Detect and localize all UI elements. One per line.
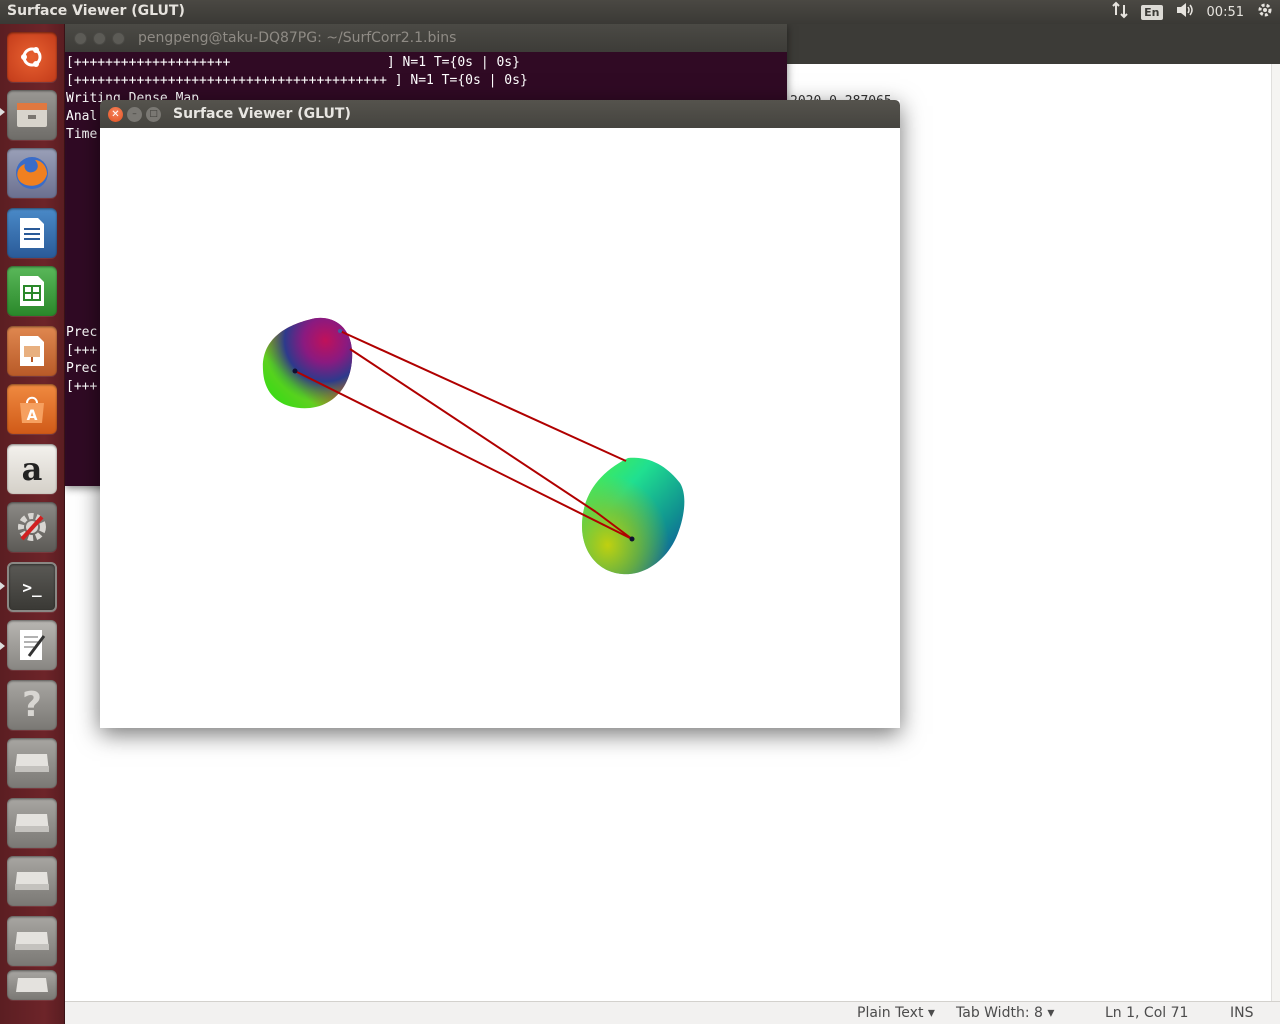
- viewer-titlebar[interactable]: ✕ – □ Surface Viewer (GLUT): [100, 100, 900, 128]
- volume-icon[interactable]: [1175, 1, 1195, 23]
- terminal-line: [+++++++++++++++++++++++++++++++++++++++…: [66, 73, 528, 88]
- clock[interactable]: 00:51: [1207, 5, 1244, 20]
- viewer-title: Surface Viewer (GLUT): [173, 106, 351, 122]
- help-icon[interactable]: ?: [7, 680, 57, 730]
- writer-icon[interactable]: [7, 208, 57, 258]
- drive-icon[interactable]: [7, 798, 57, 848]
- impress-icon[interactable]: [7, 326, 57, 376]
- terminal-close-button[interactable]: [74, 32, 87, 45]
- firefox-icon[interactable]: [7, 148, 57, 198]
- correspondence-line: [339, 330, 627, 462]
- active-app-title: Surface Viewer (GLUT): [7, 3, 185, 19]
- feature-point: [629, 536, 635, 542]
- tab-width-selector[interactable]: Tab Width: 8 ▾: [956, 1005, 1054, 1021]
- terminal-line: [++++++++++++++++++++ ] N=1 T={0s | 0s}: [66, 55, 520, 70]
- opengl-canvas[interactable]: [100, 128, 900, 728]
- files-icon[interactable]: [7, 90, 57, 140]
- system-settings-icon[interactable]: [7, 502, 57, 552]
- language-selector[interactable]: Plain Text ▾: [857, 1005, 935, 1021]
- terminal-icon[interactable]: >_: [7, 562, 57, 612]
- editor-scrollbar[interactable]: [1271, 64, 1280, 1001]
- indicator-area: En 00:51: [1111, 0, 1274, 24]
- keyboard-layout-indicator[interactable]: En: [1141, 4, 1163, 20]
- svg-text:A: A: [27, 408, 38, 424]
- text-editor-icon[interactable]: [7, 620, 57, 670]
- feature-point: [338, 329, 342, 333]
- terminal-maximize-button[interactable]: [112, 32, 125, 45]
- cursor-position: Ln 1, Col 71: [1105, 1005, 1189, 1021]
- network-icon[interactable]: [1111, 1, 1129, 23]
- top-panel: Surface Viewer (GLUT) En 00:51: [0, 0, 1280, 24]
- amazon-icon[interactable]: a: [7, 444, 57, 494]
- viewer-close-button[interactable]: ✕: [108, 107, 123, 122]
- unity-launcher: A a >_ ?: [0, 24, 65, 1024]
- software-center-icon[interactable]: A: [7, 384, 57, 434]
- drive-icon[interactable]: [7, 738, 57, 788]
- viewer-maximize-button[interactable]: □: [146, 107, 161, 122]
- calc-icon[interactable]: [7, 266, 57, 316]
- correspondence-line: [294, 370, 633, 540]
- surface-viewer-window[interactable]: ✕ – □ Surface Viewer (GLUT): [100, 100, 900, 728]
- drive-icon[interactable]: [7, 916, 57, 966]
- terminal-title: pengpeng@taku-DQ87PG: ~/SurfCorr2.1.bins: [138, 30, 457, 46]
- ubuntu-logo-icon[interactable]: [7, 32, 57, 82]
- terminal-titlebar[interactable]: pengpeng@taku-DQ87PG: ~/SurfCorr2.1.bins: [65, 24, 787, 52]
- feature-point: [292, 368, 298, 374]
- insert-mode: INS: [1230, 1005, 1254, 1021]
- editor-statusbar: Plain Text ▾ Tab Width: 8 ▾ Ln 1, Col 71…: [65, 1001, 1280, 1024]
- surface-render: [262, 317, 685, 575]
- gear-icon[interactable]: [1256, 1, 1274, 23]
- trash-icon[interactable]: [7, 970, 57, 1000]
- drive-icon[interactable]: [7, 856, 57, 906]
- terminal-minimize-button[interactable]: [93, 32, 106, 45]
- viewer-minimize-button[interactable]: –: [127, 107, 142, 122]
- surface-mesh-right: [582, 457, 685, 575]
